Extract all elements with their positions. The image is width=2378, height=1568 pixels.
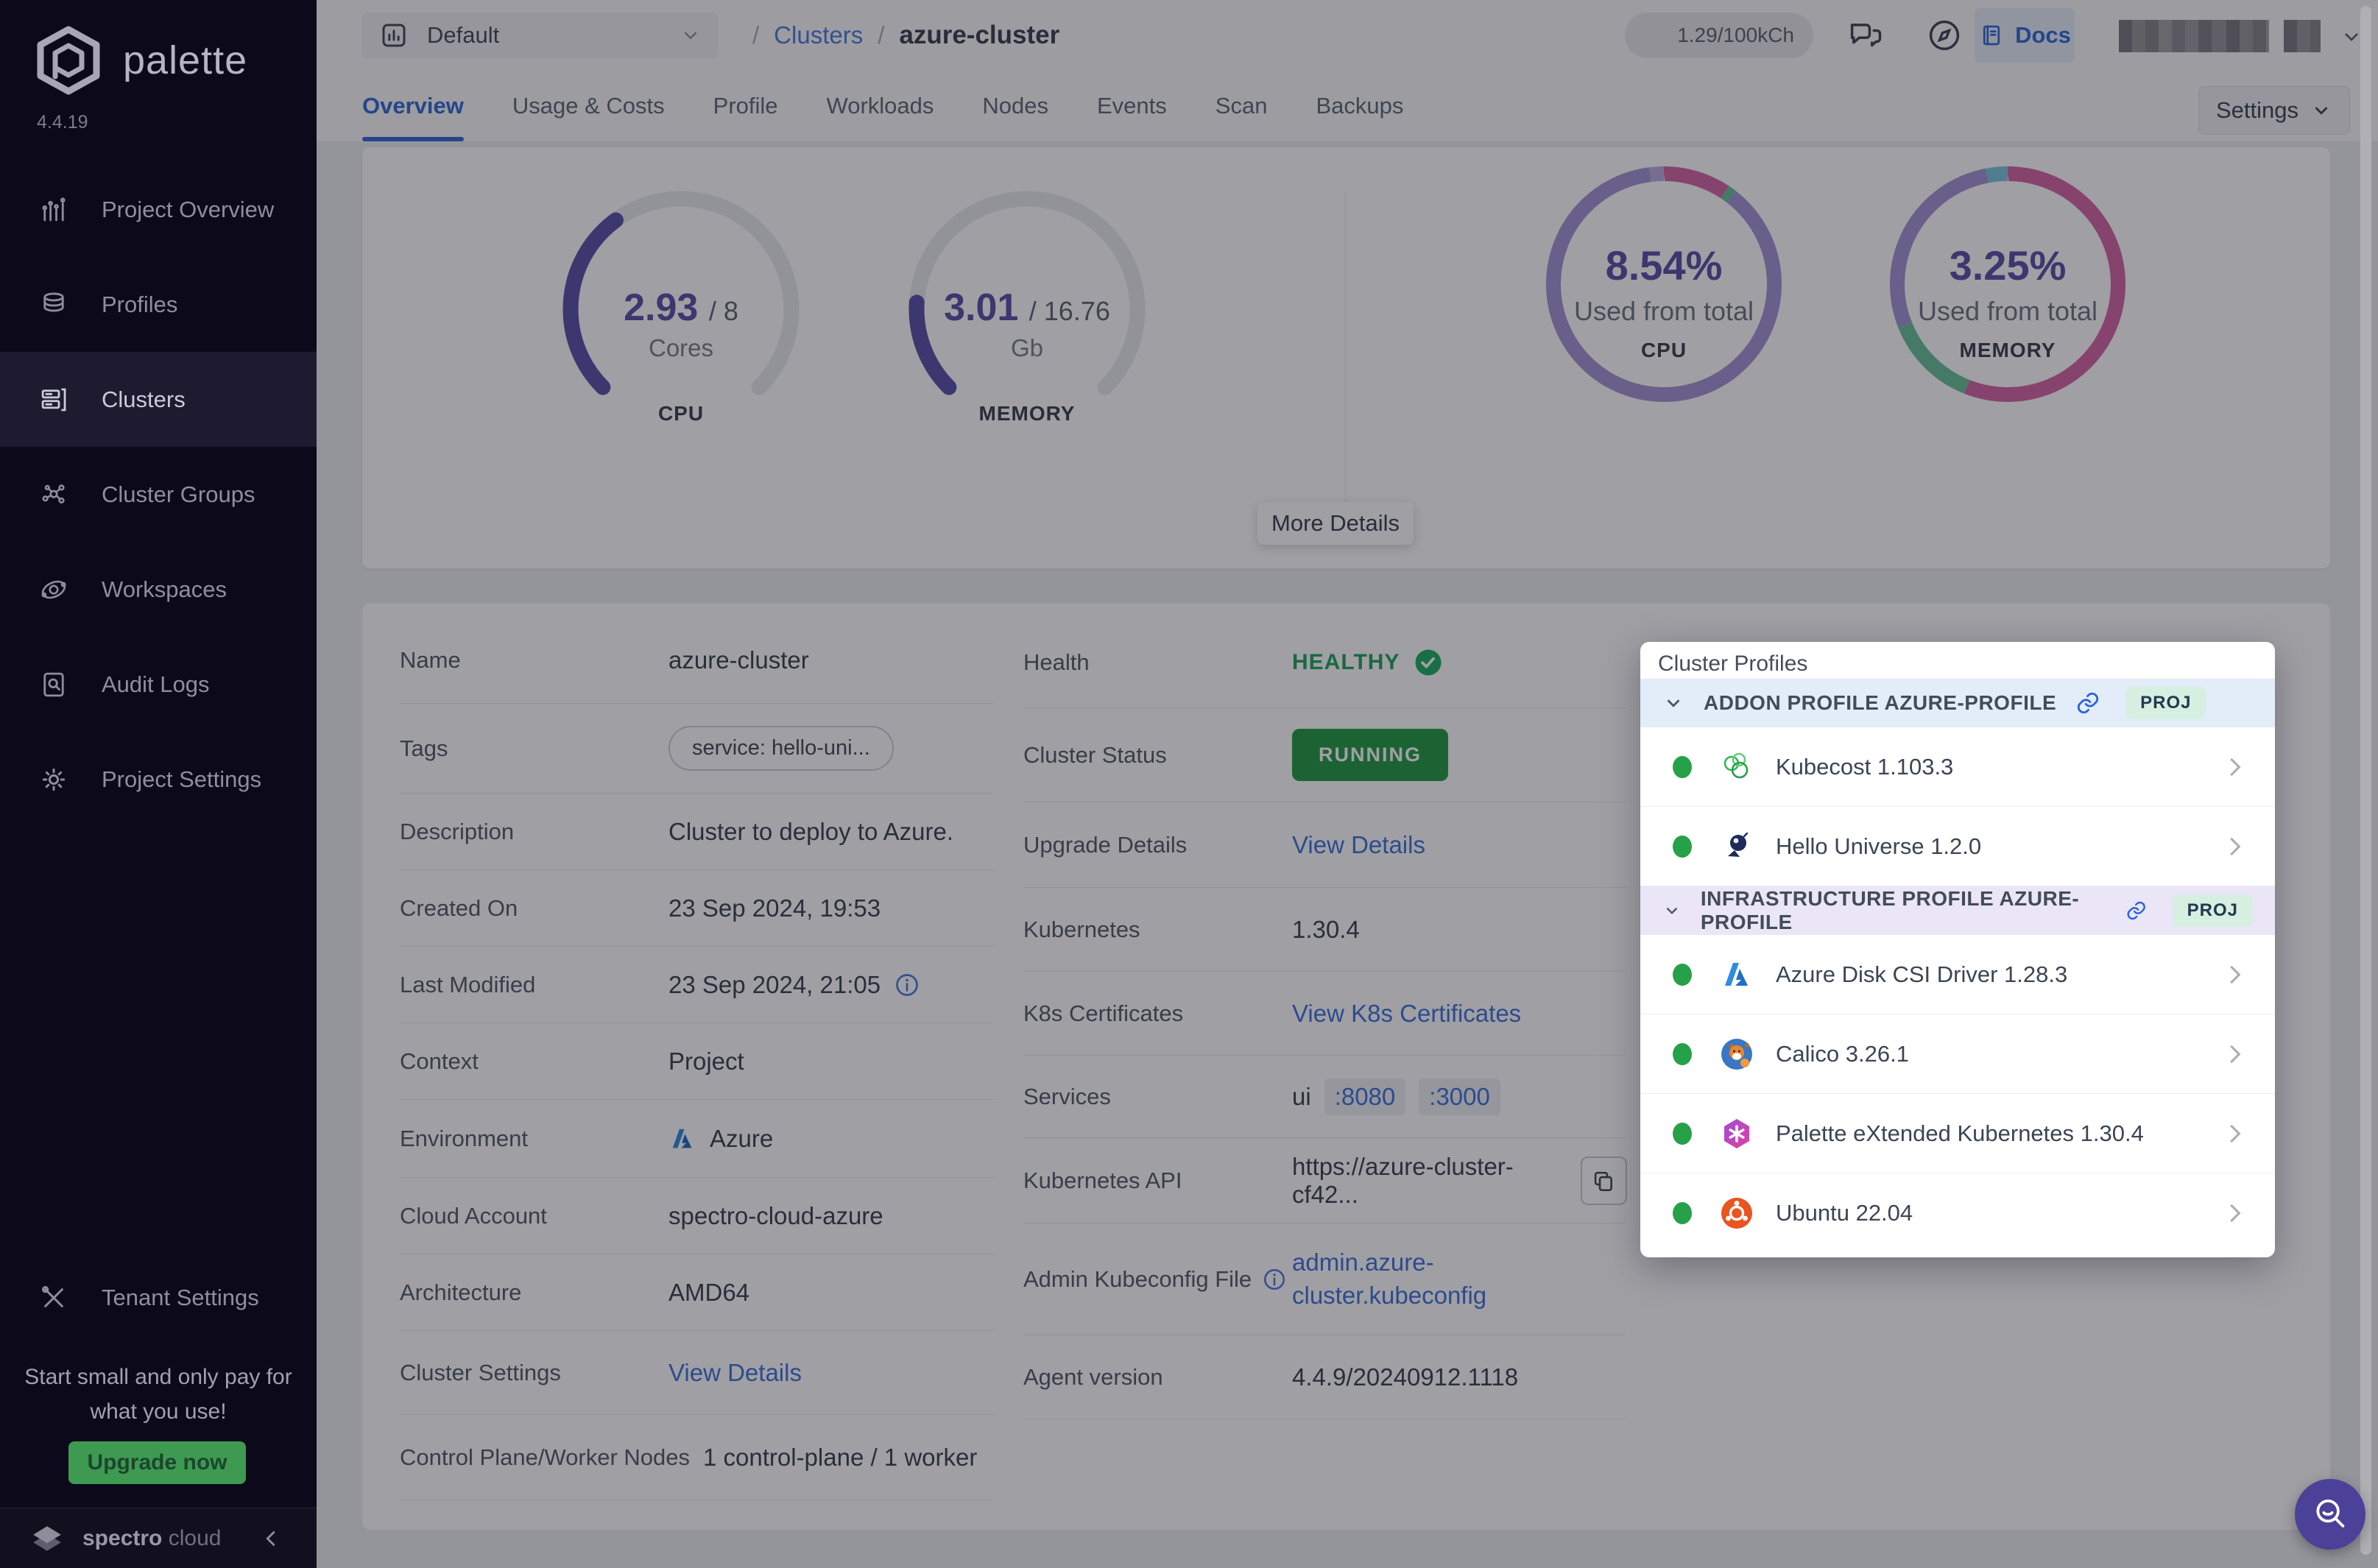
brand-light: cloud xyxy=(169,1526,222,1550)
profile-item-hello-universe[interactable]: Hello Universe 1.2.0 xyxy=(1640,807,2275,886)
vertical-scrollbar[interactable] xyxy=(2360,6,2371,1555)
orbit-icon xyxy=(38,574,69,605)
sidebar-item-project-settings[interactable]: Project Settings xyxy=(0,732,317,827)
upgrade-promo-text: Start small and only pay for what you us… xyxy=(15,1360,302,1429)
tools-icon xyxy=(38,1282,69,1313)
hello-universe-icon xyxy=(1720,830,1754,864)
status-dot xyxy=(1673,1043,1692,1065)
profile-item-name: Hello Universe 1.2.0 xyxy=(1776,833,1981,860)
brand-bold: spectro xyxy=(82,1526,162,1550)
chevron-right-icon xyxy=(2220,1040,2248,1068)
ubuntu-icon xyxy=(1720,1196,1754,1230)
sidebar-item-tenant-settings[interactable]: Tenant Settings xyxy=(0,1250,317,1345)
infrastructure-profile-section-header[interactable]: INFRASTRUCTURE PROFILE AZURE-PROFILE PRO… xyxy=(1640,886,2275,935)
bar-chart-icon xyxy=(38,194,69,225)
sidebar-item-profiles[interactable]: Profiles xyxy=(0,257,317,352)
status-dot xyxy=(1673,1202,1692,1224)
sidebar-tenant-settings-wrap: Tenant Settings xyxy=(0,1250,317,1345)
status-dot xyxy=(1673,756,1692,778)
sidebar-item-label: Clusters xyxy=(102,386,186,413)
popover-title: Cluster Profiles xyxy=(1640,642,2275,679)
addon-profile-section-header[interactable]: ADDON PROFILE AZURE-PROFILE PROJ xyxy=(1640,679,2275,727)
chevron-right-icon xyxy=(2220,1120,2248,1148)
link-icon[interactable] xyxy=(2125,898,2147,923)
kubecost-icon xyxy=(1720,750,1754,784)
sidebar-item-label: Project Overview xyxy=(102,197,274,223)
network-icon xyxy=(38,479,69,510)
link-icon[interactable] xyxy=(2075,691,2100,716)
scope-badge: PROJ xyxy=(2173,894,2253,927)
profile-item-ubuntu[interactable]: Ubuntu 22.04 xyxy=(1640,1173,2275,1253)
spectro-cloud-brand: spectro cloud xyxy=(82,1526,221,1551)
palette-logo: palette xyxy=(33,24,247,97)
section-header-label: INFRASTRUCTURE PROFILE AZURE-PROFILE xyxy=(1701,887,2106,934)
sidebar-menu: Project Overview Profiles Clusters Clust… xyxy=(0,162,317,827)
sidebar-item-label: Project Settings xyxy=(102,766,261,793)
sidebar-item-audit-logs[interactable]: Audit Logs xyxy=(0,637,317,732)
section-header-label: ADDON PROFILE AZURE-PROFILE xyxy=(1704,691,2056,715)
profile-item-name: Calico 3.26.1 xyxy=(1776,1041,1909,1067)
status-dot xyxy=(1673,836,1692,858)
audit-doc-icon xyxy=(38,669,69,700)
profile-item-name: Palette eXtended Kubernetes 1.30.4 xyxy=(1776,1120,2144,1147)
logo-text: palette xyxy=(123,38,247,83)
sidebar-item-project-overview[interactable]: Project Overview xyxy=(0,162,317,257)
profile-item-calico[interactable]: Calico 3.26.1 xyxy=(1640,1014,2275,1094)
sidebar-item-label: Tenant Settings xyxy=(102,1285,259,1311)
app-version: 4.4.19 xyxy=(37,112,88,133)
upgrade-now-button[interactable]: Upgrade now xyxy=(68,1441,246,1484)
help-search-fab[interactable] xyxy=(2295,1479,2365,1550)
status-dot xyxy=(1673,964,1692,986)
chevron-right-icon xyxy=(2220,753,2248,781)
sidebar-footer: spectro cloud xyxy=(0,1508,317,1568)
layers-icon xyxy=(38,289,69,320)
calico-icon xyxy=(1720,1037,1754,1071)
server-icon xyxy=(38,384,69,415)
sidebar-item-workspaces[interactable]: Workspaces xyxy=(0,542,317,637)
profile-item-name: Azure Disk CSI Driver 1.28.3 xyxy=(1776,961,2067,988)
sidebar-item-label: Cluster Groups xyxy=(102,481,255,508)
cluster-profiles-popover: Cluster Profiles ADDON PROFILE AZURE-PRO… xyxy=(1640,642,2275,1257)
collapse-sidebar-icon[interactable] xyxy=(259,1526,284,1551)
spectro-cloud-logo-icon xyxy=(28,1522,66,1555)
status-dot xyxy=(1673,1123,1692,1145)
chevron-right-icon xyxy=(2220,961,2248,989)
profile-item-kubecost[interactable]: Kubecost 1.103.3 xyxy=(1640,727,2275,807)
chevron-down-icon xyxy=(1662,900,1682,922)
chevron-down-icon xyxy=(1662,692,1684,714)
sidebar-item-label: Profiles xyxy=(102,292,177,318)
chevron-right-icon xyxy=(2220,1199,2248,1227)
pxk-icon xyxy=(1720,1117,1754,1151)
palette-cluster-overview: { "colors": { "sidebar_bg": "#0c0a1a", "… xyxy=(0,0,2378,1568)
sidebar-item-label: Audit Logs xyxy=(102,671,210,698)
sidebar-item-clusters[interactable]: Clusters xyxy=(0,352,317,447)
scope-badge: PROJ xyxy=(2125,687,2206,719)
palette-logo-icon xyxy=(33,24,104,97)
sidebar-item-label: Workspaces xyxy=(102,576,227,603)
profile-item-palette-extended-kubernetes[interactable]: Palette eXtended Kubernetes 1.30.4 xyxy=(1640,1094,2275,1173)
search-smile-icon xyxy=(2309,1493,2351,1536)
azure-icon xyxy=(1720,958,1754,992)
profile-item-azure-disk-csi[interactable]: Azure Disk CSI Driver 1.28.3 xyxy=(1640,935,2275,1014)
profile-item-name: Ubuntu 22.04 xyxy=(1776,1200,1913,1226)
profile-item-name: Kubecost 1.103.3 xyxy=(1776,754,1953,780)
chevron-right-icon xyxy=(2220,833,2248,861)
gear-icon xyxy=(38,764,69,795)
sidebar-item-cluster-groups[interactable]: Cluster Groups xyxy=(0,447,317,542)
sidebar: palette 4.4.19 Project Overview Profiles… xyxy=(0,0,317,1568)
